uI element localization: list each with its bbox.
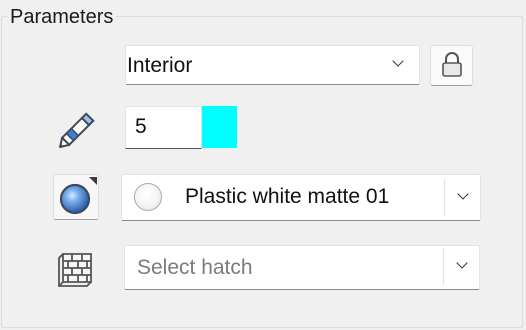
line-weight-input[interactable]: 5 (125, 106, 202, 149)
line-weight-value: 5 (135, 115, 147, 138)
hatch-dropdown[interactable]: Select hatch (124, 245, 480, 290)
material-preview-icon (134, 183, 162, 211)
material-sphere-icon (59, 177, 97, 215)
hatch-dropdown-toggle[interactable] (443, 248, 479, 285)
lock-button[interactable] (430, 45, 473, 86)
chevron-down-icon (392, 55, 404, 67)
chevron-down-icon (456, 257, 468, 269)
material-dropdown[interactable]: Plastic white matte 01 (121, 174, 481, 221)
material-dropdown-toggle[interactable] (444, 179, 480, 216)
interior-dropdown[interactable]: Interior (125, 45, 420, 85)
parameters-title: Parameters (8, 4, 117, 30)
pen-icon (59, 112, 95, 148)
line-color-swatch[interactable] (202, 106, 237, 148)
hatch-brick-icon (58, 253, 92, 287)
material-button[interactable] (53, 174, 99, 220)
interior-dropdown-value: Interior (127, 54, 193, 77)
lock-icon (442, 52, 462, 77)
material-dropdown-value: Plastic white matte 01 (185, 185, 390, 208)
chevron-down-icon (457, 188, 469, 200)
hatch-dropdown-placeholder: Select hatch (137, 256, 253, 279)
